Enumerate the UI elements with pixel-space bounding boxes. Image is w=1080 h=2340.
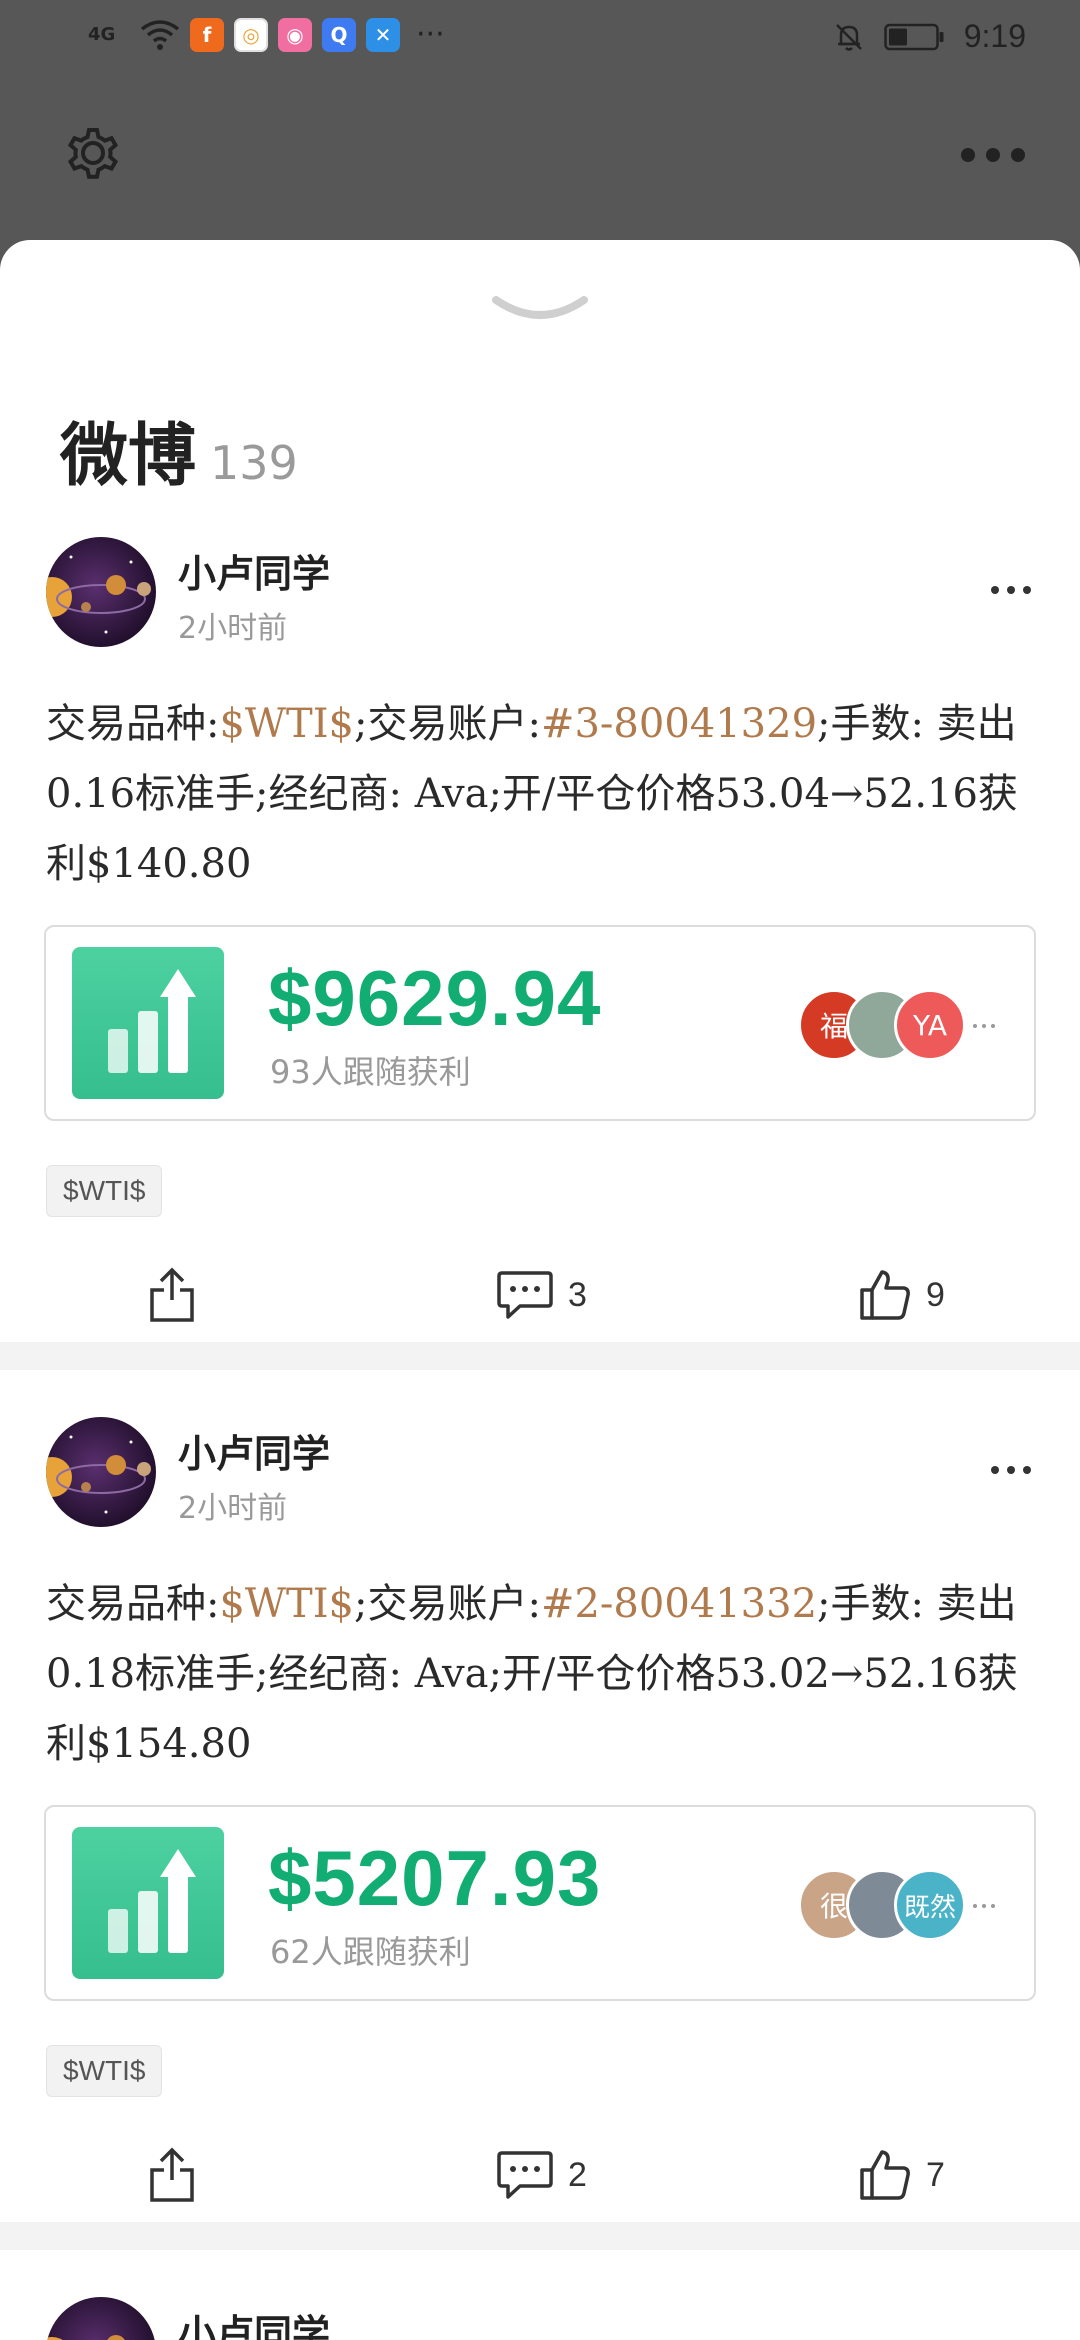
bottom-sheet: 微博 139 小卢同学 2小时前 交易品种:$WTI$;交易账户:#3-8004…	[0, 240, 1080, 2340]
comment-count: 3	[568, 1275, 587, 1314]
browser-app-icon: ◎	[234, 18, 268, 52]
profit-card[interactable]: $5207.93 62人跟随获利 很 既然	[44, 1805, 1036, 2001]
section-header: 微博 139	[60, 400, 298, 499]
status-bar: 4G f ◎ ◉ Q ✕ ··· 9:19	[0, 0, 1080, 80]
profit-amount: $9629.94	[268, 954, 602, 1042]
chart-up-icon	[72, 947, 224, 1099]
post-card: 小卢同学 2小时前 交易品种:$WTI$;交易账户:#2-80041332;手数…	[0, 1417, 1080, 2277]
post-divider	[0, 2222, 1080, 2250]
avatar-image	[46, 1417, 156, 1527]
post-actions: 3 9	[0, 1245, 1080, 1345]
post-time: 2小时前	[178, 611, 288, 646]
author-name[interactable]: 小卢同学	[178, 1423, 330, 1478]
thumbs-up-icon	[860, 2150, 910, 2200]
avatar[interactable]	[46, 537, 156, 647]
account-link[interactable]: #2-80041332	[541, 1581, 817, 1627]
gear-icon[interactable]	[60, 120, 126, 186]
post-actions: 2 7	[0, 2125, 1080, 2225]
xs-app-icon: ✕	[366, 18, 400, 52]
share-icon	[150, 1267, 194, 1322]
like-count: 7	[926, 2155, 945, 2194]
collapse-chevron-icon[interactable]	[490, 290, 590, 330]
clock: 9:19	[963, 18, 1026, 54]
search-app-icon: Q	[322, 18, 356, 52]
avatar[interactable]	[46, 1417, 156, 1527]
avatar-image	[46, 537, 156, 647]
share-icon	[150, 2147, 194, 2202]
symbol-link[interactable]: $WTI$	[219, 701, 354, 747]
avatar-image	[46, 2297, 156, 2340]
mute-bell-icon	[835, 23, 862, 51]
like-button[interactable]: 7	[858, 2125, 945, 2225]
profit-card[interactable]: $9629.94 93人跟随获利 福 YA	[44, 925, 1036, 1121]
more-horizontal-icon[interactable]	[958, 142, 1028, 168]
post-more-icon[interactable]	[988, 1463, 1034, 1477]
comment-button[interactable]: 3	[496, 1245, 587, 1345]
follower-count: 93人跟随获利	[270, 1053, 471, 1091]
status-left: 4G f ◎ ◉ Q ✕ ···	[88, 18, 445, 52]
like-count: 9	[926, 1275, 945, 1314]
post-card: 小卢同学 2小时前 交易品种:$WTI$;交易账户:#3-80041329;手数…	[0, 537, 1080, 1397]
thumbs-up-icon	[860, 1270, 910, 1320]
topic-tag[interactable]: $WTI$	[46, 1165, 163, 1217]
post-content: 交易品种:$WTI$;交易账户:#2-80041332;手数: 卖出0.18标准…	[46, 1569, 1036, 1779]
section-title: 微博	[60, 417, 197, 496]
like-button[interactable]: 9	[858, 1245, 945, 1345]
follower-avatar: 既然	[894, 1869, 966, 1941]
flash-app-icon: f	[190, 18, 224, 52]
followers-more-icon	[973, 1024, 995, 1028]
avatar[interactable]	[46, 2297, 156, 2340]
content-text: 交易品种:	[46, 701, 220, 747]
post-time: 2小时前	[178, 1491, 288, 1526]
follower-avatar: YA	[894, 989, 966, 1061]
symbol-link[interactable]: $WTI$	[219, 1581, 354, 1627]
followers-more-icon	[973, 1904, 995, 1908]
comment-button[interactable]: 2	[496, 2125, 587, 2225]
post-more-icon[interactable]	[988, 583, 1034, 597]
wifi-icon	[140, 20, 180, 50]
post-content: 交易品种:$WTI$;交易账户:#3-80041329;手数: 卖出0.16标准…	[46, 689, 1036, 899]
comment-icon	[497, 2151, 553, 2199]
status-right: 9:19	[832, 18, 1026, 55]
comment-icon	[497, 1271, 553, 1319]
top-bar	[0, 80, 1080, 240]
author-name[interactable]: 小卢同学	[178, 2303, 330, 2340]
post-card: 小卢同学	[0, 2297, 1080, 2340]
share-button[interactable]	[148, 2125, 196, 2225]
camera-app-icon: ◉	[278, 18, 312, 52]
content-text: ;交易账户:	[353, 1581, 541, 1627]
chart-up-icon	[72, 1827, 224, 1979]
section-count: 139	[210, 436, 298, 490]
post-divider	[0, 1342, 1080, 1370]
content-text: ;交易账户:	[353, 701, 541, 747]
battery-icon	[883, 23, 944, 50]
profit-amount: $5207.93	[268, 1834, 602, 1922]
follower-count: 62人跟随获利	[270, 1933, 471, 1971]
content-text: 交易品种:	[46, 1581, 220, 1627]
account-link[interactable]: #3-80041329	[541, 701, 817, 747]
share-button[interactable]	[148, 1245, 196, 1345]
author-name[interactable]: 小卢同学	[178, 543, 330, 598]
topic-tag[interactable]: $WTI$	[46, 2045, 163, 2097]
network-indicator: 4G	[88, 24, 116, 45]
more-notifications: ···	[416, 17, 445, 52]
comment-count: 2	[568, 2155, 587, 2194]
